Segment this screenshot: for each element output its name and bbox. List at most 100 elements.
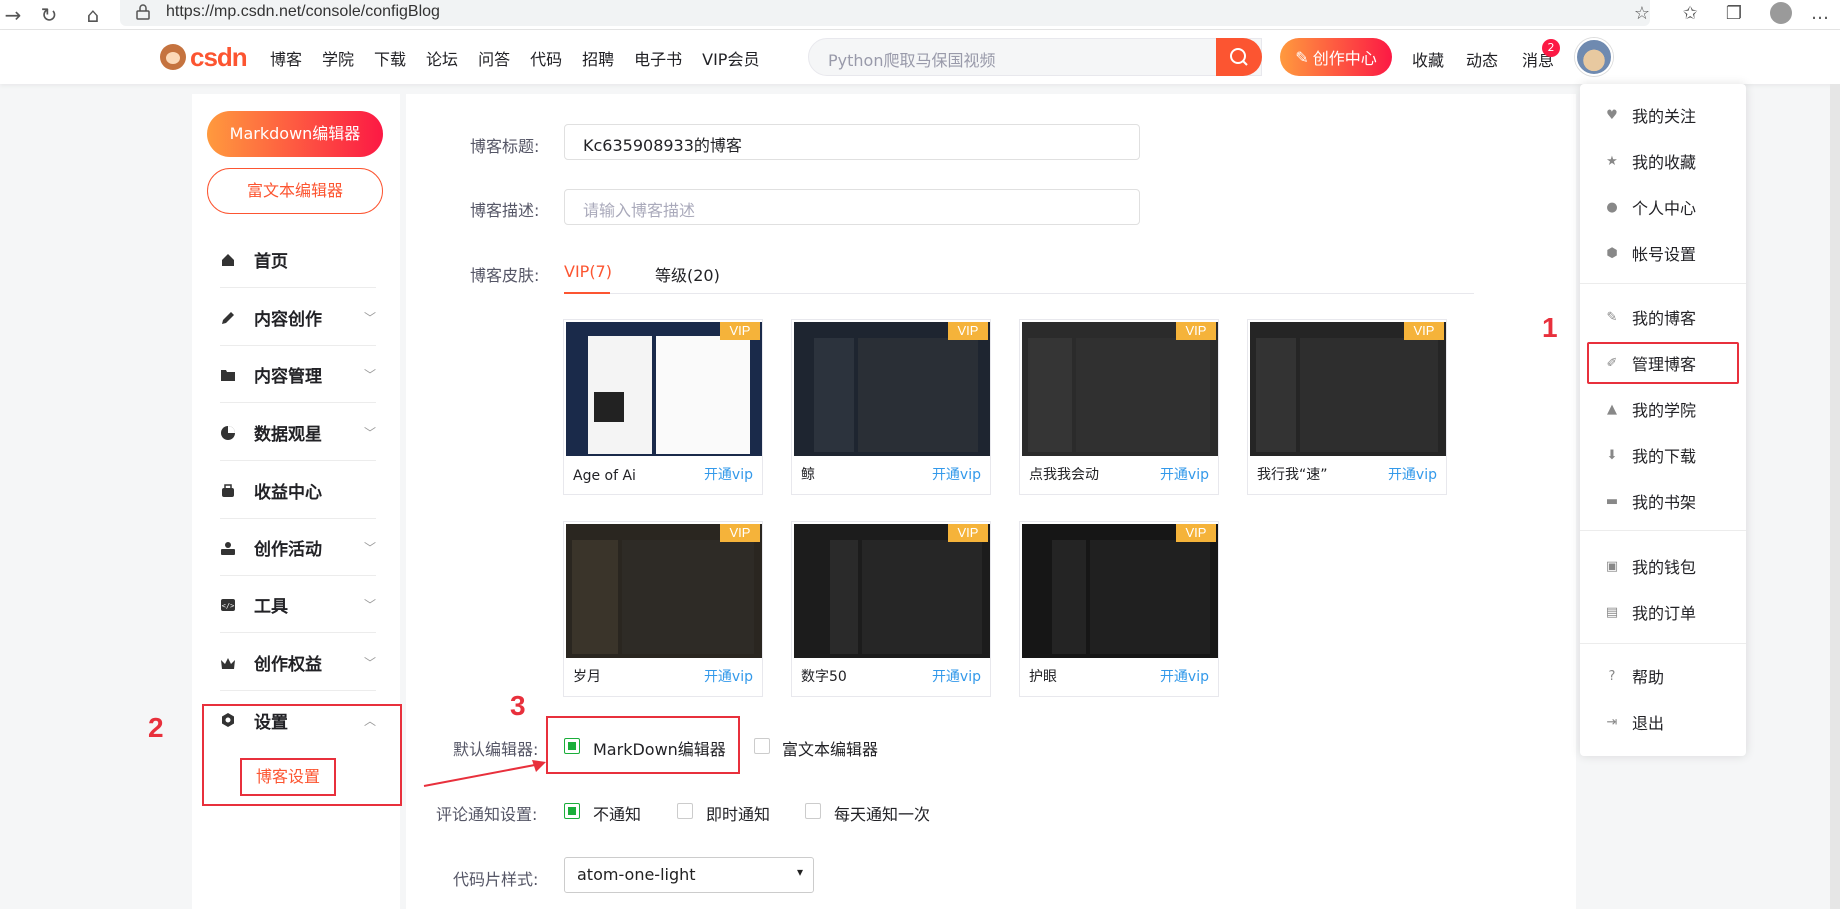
- skin-card[interactable]: VIP 数字50 开通vip: [791, 521, 991, 697]
- annotation-number-2: 2: [148, 712, 164, 743]
- menu-item-wallet[interactable]: ▣ 我的钱包: [1604, 543, 1696, 589]
- svg-text:</>: </>: [222, 602, 235, 610]
- nav-blog[interactable]: 博客: [270, 46, 302, 70]
- star-icon[interactable]: ☆: [1628, 1, 1656, 27]
- reload-icon[interactable]: ↻: [36, 2, 62, 28]
- search-icon: [1230, 48, 1248, 66]
- notify-daily-checkbox[interactable]: [805, 803, 821, 819]
- notify-label: 评论通知设置:: [436, 805, 538, 824]
- creation-center-button[interactable]: ✎ 创作中心: [1280, 38, 1392, 76]
- csdn-logo[interactable]: csdn: [160, 42, 248, 72]
- nav-jobs[interactable]: 招聘: [582, 46, 614, 70]
- markdown-editor-button[interactable]: Markdown编辑器: [207, 111, 383, 157]
- menu-item-downloads[interactable]: ⬇ 我的下载: [1604, 432, 1696, 478]
- blog-desc-input[interactable]: 请输入博客描述: [564, 189, 1140, 225]
- notify-instant-label[interactable]: 即时通知: [706, 801, 770, 825]
- tab-vip[interactable]: VIP(7): [564, 262, 612, 281]
- logout-icon: ⇥: [1606, 714, 1618, 730]
- skin-card[interactable]: VIP Age of Ai 开通vip: [563, 319, 763, 495]
- back-arrow-icon[interactable]: →: [0, 2, 26, 28]
- top-nav: 博客 学院 下载 论坛 问答 代码 招聘 电子书 VIP会员: [270, 46, 779, 70]
- open-vip-link[interactable]: 开通vip: [704, 464, 753, 484]
- notify-daily-label[interactable]: 每天通知一次: [834, 801, 930, 825]
- nav-download[interactable]: 下载: [374, 46, 406, 70]
- menu-item-following[interactable]: ♥ 我的关注: [1604, 92, 1696, 138]
- menu-item-logout[interactable]: ⇥ 退出: [1604, 699, 1664, 745]
- annotation-number-1: 1: [1542, 312, 1558, 343]
- notify-instant-checkbox[interactable]: [677, 803, 693, 819]
- skin-card[interactable]: VIP 我行我“速” 开通vip: [1247, 319, 1447, 495]
- wallet-icon: [220, 483, 236, 499]
- vip-tag: VIP: [1176, 524, 1216, 542]
- header-favorites[interactable]: 收藏: [1412, 47, 1444, 71]
- profile-icon[interactable]: [1770, 2, 1792, 24]
- nav-vip[interactable]: VIP会员: [702, 46, 759, 70]
- code-style-select[interactable]: atom-one-light ▾: [564, 857, 814, 893]
- settings-icon: ⬢: [1606, 245, 1618, 261]
- nav-academy[interactable]: 学院: [322, 46, 354, 70]
- header-activity[interactable]: 动态: [1466, 47, 1498, 71]
- sidebar-item-data[interactable]: 数据观星 ﹀: [220, 405, 376, 461]
- nav-qa[interactable]: 问答: [478, 46, 510, 70]
- more-icon[interactable]: …: [1806, 1, 1834, 27]
- open-vip-link[interactable]: 开通vip: [704, 666, 753, 686]
- collections-icon[interactable]: ❐: [1720, 1, 1748, 27]
- sidebar-item-home[interactable]: 首页: [220, 232, 376, 288]
- search-button[interactable]: [1216, 38, 1262, 76]
- richtext-checkbox[interactable]: [754, 738, 770, 754]
- menu-item-academy[interactable]: ▲ 我的学院: [1604, 386, 1696, 432]
- chevron-down-icon: ﹀: [363, 368, 376, 382]
- star-icon: ★: [1606, 153, 1618, 169]
- search-placeholder[interactable]: Python爬取马保国视频: [828, 47, 995, 71]
- open-vip-link[interactable]: 开通vip: [1388, 464, 1437, 484]
- menu-item-account-settings[interactable]: ⬢ 帐号设置: [1604, 230, 1696, 276]
- notify-none-checkbox[interactable]: [564, 803, 580, 819]
- pen-icon: [220, 310, 236, 326]
- nav-forum[interactable]: 论坛: [426, 46, 458, 70]
- menu-item-favorites[interactable]: ★ 我的收藏: [1604, 138, 1696, 184]
- nav-ebook[interactable]: 电子书: [634, 46, 682, 70]
- skin-name: 鲸: [801, 467, 815, 483]
- tab-level[interactable]: 等级(20): [655, 262, 720, 286]
- heart-icon: ♥: [1606, 107, 1618, 123]
- sidebar-item-revenue[interactable]: 收益中心: [220, 463, 376, 519]
- skin-card[interactable]: VIP 护眼 开通vip: [1019, 521, 1219, 697]
- skin-card[interactable]: VIP 岁月 开通vip: [563, 521, 763, 697]
- home-icon[interactable]: ⌂: [80, 2, 106, 28]
- vip-tag: VIP: [948, 524, 988, 542]
- sidebar-item-tools[interactable]: </> 工具 ﹀: [220, 577, 376, 633]
- menu-divider: [1580, 530, 1746, 531]
- sidebar-item-content-creation[interactable]: 内容创作 ﹀: [220, 290, 376, 346]
- menu-item-help[interactable]: ? 帮助: [1604, 653, 1664, 699]
- chevron-down-icon: ﹀: [363, 598, 376, 612]
- vip-tag: VIP: [1176, 322, 1216, 340]
- scrollbar[interactable]: [1830, 84, 1840, 909]
- open-vip-link[interactable]: 开通vip: [932, 464, 981, 484]
- notify-none-label[interactable]: 不通知: [593, 801, 641, 825]
- skin-name: Age of Ai: [573, 468, 636, 484]
- open-vip-link[interactable]: 开通vip: [932, 666, 981, 686]
- open-vip-link[interactable]: 开通vip: [1160, 464, 1209, 484]
- sidebar-item-rights[interactable]: 创作权益 ﹀: [220, 635, 376, 691]
- annotation-box-1: [1587, 342, 1739, 384]
- blog-desc-label: 博客描述:: [470, 201, 540, 220]
- favorites-icon[interactable]: ✩: [1676, 1, 1704, 27]
- sidebar-item-activities[interactable]: 创作活动 ﹀: [220, 520, 376, 576]
- menu-item-orders[interactable]: ▤ 我的订单: [1604, 589, 1696, 635]
- richtext-option-label[interactable]: 富文本编辑器: [782, 736, 878, 760]
- nav-code[interactable]: 代码: [530, 46, 562, 70]
- skin-card[interactable]: VIP 鲸 开通vip: [791, 319, 991, 495]
- richtext-editor-button[interactable]: 富文本编辑器: [207, 168, 383, 214]
- blog-title-input[interactable]: Kc635908933的博客: [564, 124, 1140, 160]
- open-vip-link[interactable]: 开通vip: [1160, 666, 1209, 686]
- menu-item-bookshelf[interactable]: ▬ 我的书架: [1604, 478, 1696, 524]
- pen-icon: ✎: [1606, 309, 1618, 325]
- skin-card[interactable]: VIP 点我我会动 开通vip: [1019, 319, 1219, 495]
- sidebar-item-content-management[interactable]: 内容管理 ﹀: [220, 347, 376, 403]
- avatar[interactable]: [1575, 38, 1613, 76]
- menu-item-my-blog[interactable]: ✎ 我的博客: [1604, 294, 1696, 340]
- url-text[interactable]: https://mp.csdn.net/console/configBlog: [166, 3, 440, 21]
- menu-item-profile[interactable]: ● 个人中心: [1604, 184, 1696, 230]
- skin-name: 我行我“速”: [1257, 467, 1328, 483]
- crown-icon: [220, 655, 236, 671]
